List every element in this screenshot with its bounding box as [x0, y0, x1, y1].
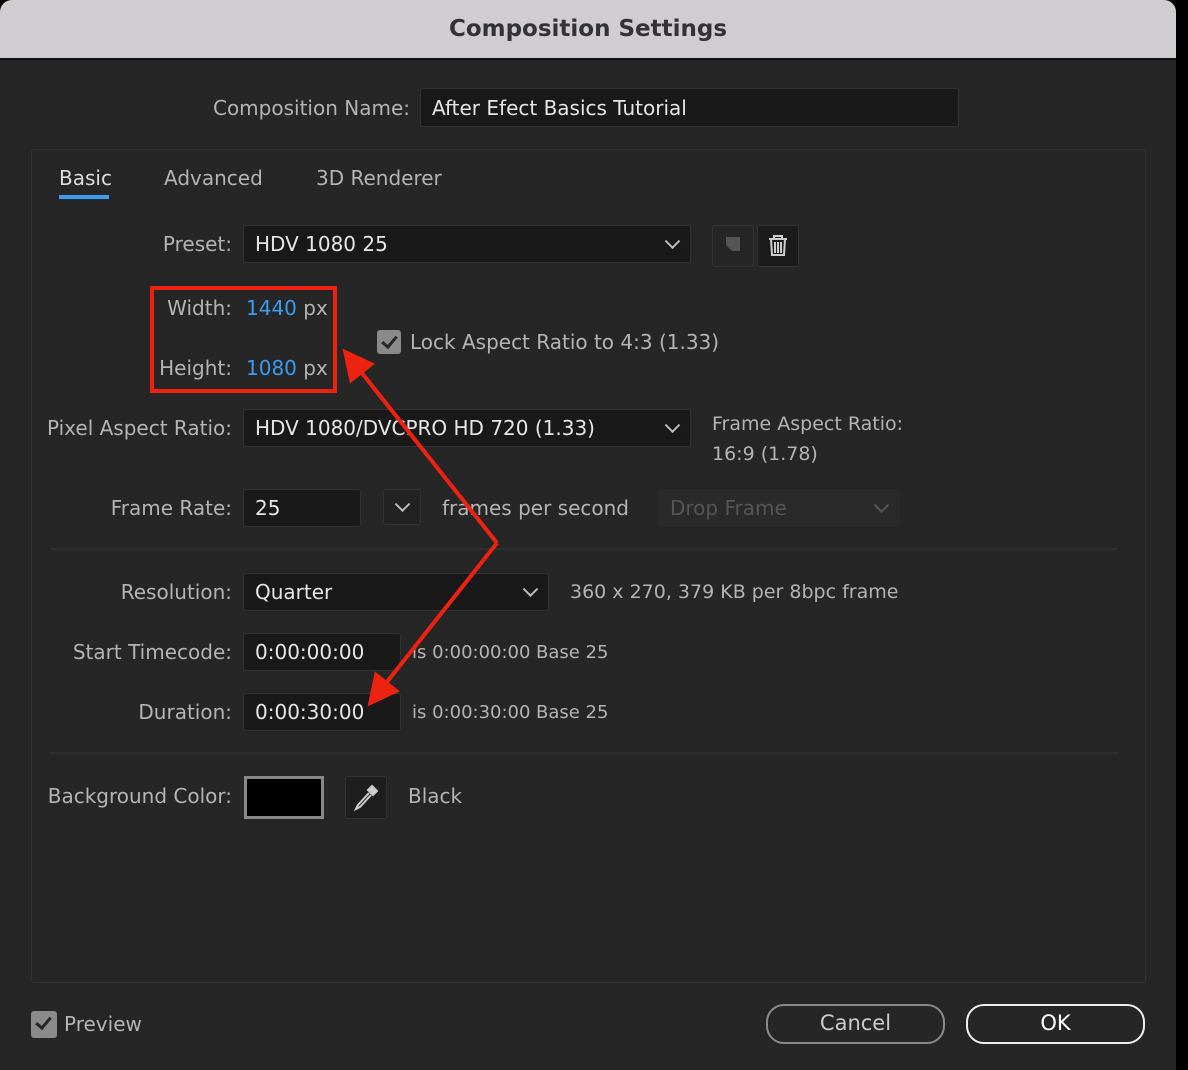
annotation-highlight-box	[150, 286, 337, 393]
annotation-overlay	[150, 286, 499, 707]
annotation-arrow	[367, 541, 499, 707]
annotation-arrow	[342, 348, 499, 545]
